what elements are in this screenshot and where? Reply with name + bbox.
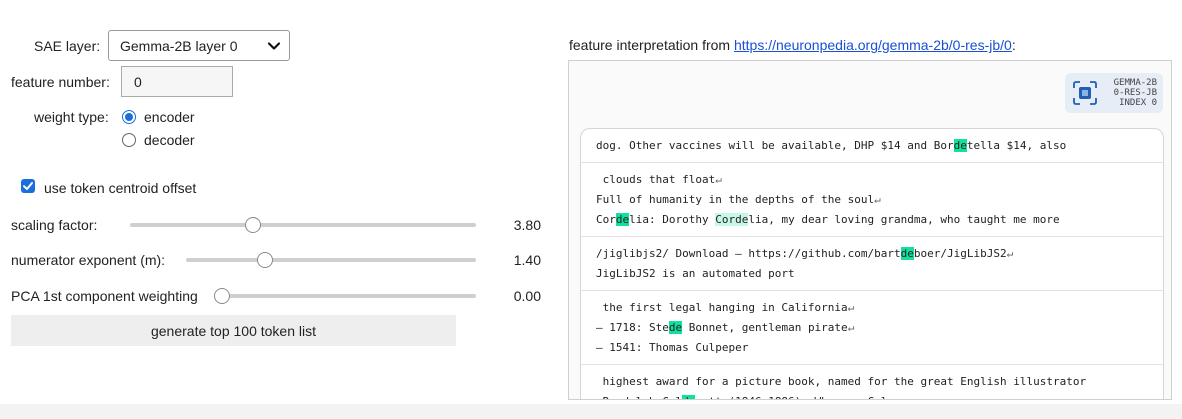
pca-weighting-value: 0.00: [513, 288, 541, 304]
generate-button[interactable]: generate top 100 token list: [11, 315, 456, 346]
example-line: /jiglibjs2/ Download – https://github.co…: [596, 244, 1155, 264]
example-line: highest award for a picture book, named …: [596, 372, 1155, 392]
token-highlight: de: [900, 247, 914, 260]
token-text: – 1718: Ste: [596, 321, 669, 334]
example-line: – 1541: Thomas Culpeper: [596, 338, 1155, 358]
token-highlight: de: [682, 395, 696, 399]
example-card[interactable]: /jiglibjs2/ Download – https://github.co…: [581, 236, 1163, 290]
token-text: boer/JigLibJS2: [913, 247, 1007, 260]
token-text: Randolph Cal: [596, 395, 682, 399]
token-highlight: de: [615, 213, 630, 226]
example-line: dog. Other vaccines will be available, D…: [596, 136, 1155, 156]
return-icon: ↵: [715, 173, 722, 186]
interpretation-header: feature interpretation from https://neur…: [569, 37, 1016, 53]
badge-line-index: INDEX 0: [1119, 98, 1157, 108]
token-text: lia, my dear loving grandma, who taught …: [748, 213, 1060, 226]
token-text: dog. Other vaccines will be available, D…: [596, 139, 954, 152]
pca-weighting-slider[interactable]: [218, 294, 476, 298]
token-highlight-light: Corde: [715, 213, 749, 226]
radio-encoder[interactable]: [122, 110, 136, 124]
example-line: JigLibJS2 is an automated port: [596, 264, 1155, 284]
interpretation-header-suffix: :: [1011, 37, 1016, 53]
numerator-exponent-label: numerator exponent (m):: [11, 252, 166, 268]
token-text: /jiglibjs2/ Download – https://github.co…: [596, 247, 901, 260]
radio-decoder-label: decoder: [144, 132, 195, 148]
radio-encoder-label: encoder: [144, 109, 195, 125]
model-badge[interactable]: GEMMA-2B 0-RES-JB INDEX 0: [1065, 73, 1163, 113]
scaling-factor-slider[interactable]: [130, 223, 476, 227]
radio-decoder[interactable]: [122, 133, 136, 147]
scaling-factor-value: 3.80: [513, 217, 541, 233]
example-line: Cordelia: Dorothy Cordelia, my dear lovi…: [596, 210, 1155, 230]
return-icon: ↵: [847, 321, 855, 334]
interpretation-header-prefix: feature interpretation from: [569, 37, 734, 53]
numerator-exponent-thumb[interactable]: [257, 252, 273, 268]
weight-type-label: weight type:: [34, 109, 109, 125]
example-card[interactable]: dog. Other vaccines will be available, D…: [581, 129, 1163, 162]
feature-number-value: 0: [134, 73, 142, 90]
example-line: Randolph Caldecott (1846–1886). Why was …: [596, 392, 1155, 399]
numerator-exponent-slider[interactable]: [186, 258, 476, 262]
example-card[interactable]: the first legal hanging in California↵ – …: [581, 290, 1163, 364]
example-line: clouds that float↵: [596, 170, 1155, 190]
example-card[interactable]: clouds that float↵ Full of humanity in th…: [581, 162, 1163, 236]
scaling-factor-thumb[interactable]: [245, 217, 261, 233]
token-highlight: de: [953, 139, 967, 152]
feature-number-input[interactable]: 0: [121, 66, 233, 97]
centroid-label: use token centroid offset: [44, 180, 197, 196]
neuronpedia-link[interactable]: https://neuronpedia.org/gemma-2b/0-res-j…: [734, 37, 1012, 53]
return-icon: ↵: [847, 301, 855, 314]
sae-layer-select[interactable]: Gemma-2B layer 0: [108, 30, 290, 61]
example-card[interactable]: highest award for a picture book, named …: [581, 364, 1163, 399]
generate-button-label: generate top 100 token list: [150, 322, 316, 339]
token-text: – 1541: Thomas Culpeper: [596, 341, 749, 354]
token-text: Cor: [596, 213, 616, 226]
badge-text: GEMMA-2B 0-RES-JB INDEX 0: [1114, 78, 1157, 108]
token-highlight: de: [668, 321, 683, 334]
token-text: JigLibJS2 is an automated port: [596, 267, 795, 280]
pca-weighting-label: PCA 1st component weighting: [11, 288, 198, 304]
example-line: Full of humanity in the depths of the so…: [596, 190, 1155, 210]
badge-line-sae: 0-RES-JB: [1113, 88, 1157, 98]
pca-weighting-thumb[interactable]: [214, 288, 230, 304]
token-text: Bonnet, gentleman pirate: [682, 321, 848, 334]
token-text: tella $14, also: [966, 139, 1067, 152]
return-icon: ↵: [1006, 247, 1014, 260]
return-icon: ↵: [874, 193, 881, 206]
example-line: – 1718: Stede Bonnet, gentleman pirate↵: [596, 318, 1155, 338]
sae-layer-label: SAE layer:: [34, 38, 101, 54]
centroid-checkbox[interactable]: [21, 179, 35, 193]
token-text: clouds that float: [596, 173, 716, 186]
example-line: the first legal hanging in California↵: [596, 298, 1155, 318]
numerator-exponent-value: 1.40: [513, 252, 541, 268]
scaling-factor-label: scaling factor:: [11, 217, 98, 233]
token-text: the first legal hanging in California: [596, 301, 848, 314]
token-text: lia: Dorothy: [629, 213, 716, 226]
interpretation-panel[interactable]: GEMMA-2B 0-RES-JB INDEX 0 dog. Other vac…: [568, 60, 1172, 400]
sae-layer-value: Gemma-2B layer 0: [120, 37, 238, 54]
token-text: cott (1846–1886). Why was Cal: [695, 395, 887, 399]
chevron-down-icon: [267, 42, 281, 50]
chip-icon: [1073, 81, 1097, 105]
token-text: Full of humanity in the depths of the so…: [596, 193, 875, 206]
badge-line-model: GEMMA-2B: [1113, 78, 1157, 88]
checkmark-icon: [23, 182, 33, 190]
footer-bar: [0, 404, 1182, 419]
feature-number-label: feature number:: [11, 74, 110, 90]
activation-examples: dog. Other vaccines will be available, D…: [580, 128, 1164, 399]
token-text: highest award for a picture book, named …: [596, 375, 1087, 388]
